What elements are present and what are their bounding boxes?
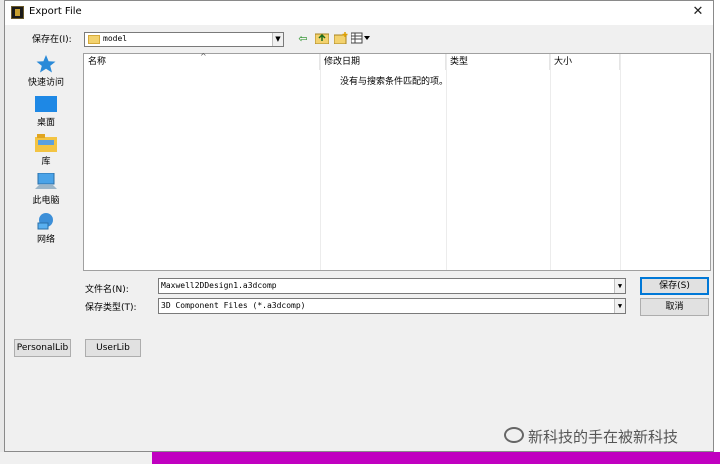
folder-icon bbox=[88, 35, 100, 44]
column-type[interactable]: 类型 bbox=[446, 54, 550, 70]
watermark-text: 新科技的手在被新科技 bbox=[528, 428, 679, 446]
app-icon bbox=[11, 6, 24, 19]
place-desktop[interactable]: 桌面 bbox=[16, 95, 76, 128]
cancel-button[interactable]: 取消 bbox=[640, 298, 709, 316]
chevron-down-icon[interactable]: ▼ bbox=[614, 279, 625, 293]
place-label: 快速访问 bbox=[27, 78, 64, 88]
personal-lib-button[interactable]: PersonalLib bbox=[14, 339, 71, 357]
save-button[interactable]: 保存(S) bbox=[640, 277, 709, 295]
star-icon bbox=[35, 55, 57, 73]
save-in-label: 保存在(I): bbox=[32, 35, 72, 45]
chevron-down-icon[interactable]: ▼ bbox=[614, 299, 625, 313]
column-divider bbox=[320, 54, 321, 270]
place-label: 桌面 bbox=[36, 118, 55, 128]
place-network[interactable]: 网络 bbox=[16, 212, 76, 245]
up-folder-icon[interactable] bbox=[314, 32, 330, 46]
place-quick-access[interactable]: 快速访问 bbox=[16, 55, 76, 88]
library-icon bbox=[35, 134, 57, 152]
column-divider bbox=[620, 54, 621, 270]
place-library[interactable]: 库 bbox=[16, 134, 76, 167]
back-arrow-icon[interactable]: ⇦ bbox=[295, 32, 311, 46]
file-list[interactable]: ^ 名称 修改日期 类型 大小 没有与搜索条件匹配的项。 bbox=[83, 52, 711, 271]
filetype-select[interactable]: 3D Component Files (*.a3dcomp) ▼ bbox=[158, 298, 626, 314]
background-magenta-strip bbox=[152, 452, 720, 464]
watermark-logo bbox=[504, 427, 524, 443]
network-icon bbox=[35, 212, 57, 230]
computer-icon bbox=[35, 172, 57, 191]
window-title: Export File bbox=[29, 6, 82, 17]
place-label: 此电脑 bbox=[32, 196, 60, 206]
filename-input[interactable]: Maxwell2DDesign1.a3dcomp ▼ bbox=[158, 278, 626, 294]
user-lib-button[interactable]: UserLib bbox=[85, 339, 141, 357]
column-name[interactable]: 名称 bbox=[84, 54, 320, 70]
column-divider bbox=[550, 54, 551, 270]
location-combo[interactable]: model ▼ bbox=[84, 32, 284, 47]
title-bar: Export File ✕ bbox=[5, 1, 713, 25]
place-this-pc[interactable]: 此电脑 bbox=[16, 172, 76, 206]
column-size[interactable]: 大小 bbox=[550, 54, 620, 70]
export-file-dialog: Export File ✕ 保存在(I): model ▼ ⇦ 快速访问 桌面 … bbox=[4, 0, 714, 452]
filename-value: Maxwell2DDesign1.a3dcomp bbox=[161, 281, 277, 290]
filetype-value: 3D Component Files (*.a3dcomp) bbox=[161, 301, 306, 310]
location-value: model bbox=[103, 34, 128, 43]
place-label: 库 bbox=[41, 157, 51, 167]
column-date[interactable]: 修改日期 bbox=[320, 54, 446, 70]
chevron-down-icon[interactable]: ▼ bbox=[272, 33, 283, 46]
close-icon[interactable]: ✕ bbox=[689, 3, 707, 21]
filename-label: 文件名(N): bbox=[85, 285, 129, 295]
empty-message: 没有与搜索条件匹配的项。 bbox=[340, 77, 449, 87]
desktop-icon bbox=[35, 95, 57, 113]
new-folder-icon[interactable] bbox=[333, 32, 349, 46]
place-label: 网络 bbox=[36, 235, 55, 245]
view-menu-icon[interactable] bbox=[350, 32, 371, 46]
filetype-label: 保存类型(T): bbox=[85, 303, 137, 313]
